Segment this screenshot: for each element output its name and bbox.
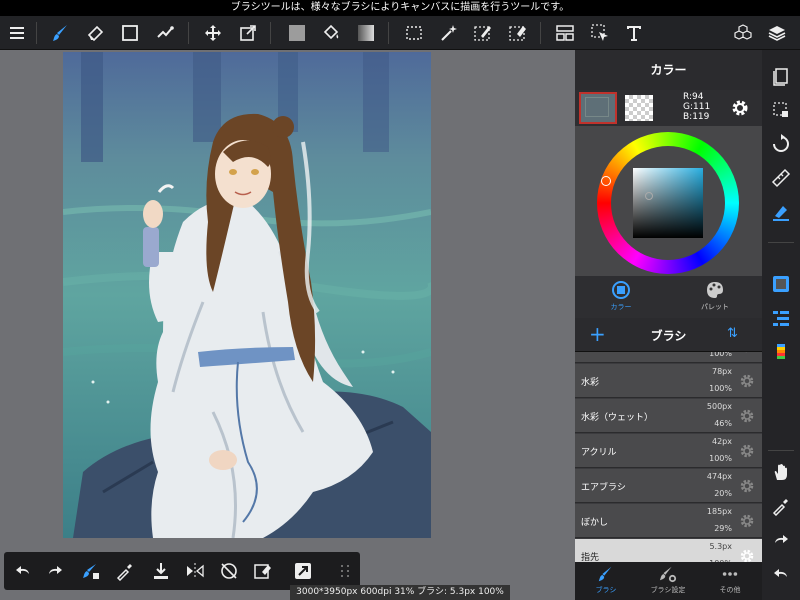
canvas-icon[interactable]	[769, 64, 793, 88]
select-pen-icon[interactable]	[470, 20, 496, 46]
artwork[interactable]	[63, 52, 431, 538]
save-icon[interactable]	[148, 558, 174, 584]
brush-opacity: 29%	[714, 524, 732, 533]
select-icon[interactable]	[401, 20, 427, 46]
status-bar: 3000*3950px 600dpi 31% ブラシ: 5.3px 100%	[290, 585, 510, 600]
bucket-icon[interactable]	[318, 20, 344, 46]
brush-name: 指先	[581, 553, 600, 562]
swatch-row: R:94 G:111 B:119	[575, 90, 762, 126]
flip-icon[interactable]	[182, 558, 208, 584]
mode-palette[interactable]: パレット	[685, 280, 745, 312]
brush-size: 78px	[712, 367, 732, 376]
redo-strip-icon[interactable]	[769, 528, 793, 552]
material-icon[interactable]	[730, 20, 756, 46]
brush-list-header: + ブラシ ⇅	[575, 318, 762, 352]
brush-opacity: 100%	[709, 352, 732, 358]
menu-icon[interactable]	[4, 20, 30, 46]
brush-row[interactable]: 水彩 78px 100%	[575, 364, 762, 398]
brush-opacity: 100%	[709, 384, 732, 393]
selection-icon[interactable]	[769, 98, 793, 122]
brush-settings-gear-icon[interactable]	[739, 548, 755, 562]
eyedropper-icon[interactable]	[112, 558, 138, 584]
ruler-icon[interactable]	[769, 166, 793, 190]
undo-icon[interactable]	[10, 558, 36, 584]
layout-icon[interactable]	[552, 20, 578, 46]
color-panel-icon[interactable]	[769, 272, 793, 296]
palette-panel-icon[interactable]	[769, 340, 793, 364]
rotate-reset-icon[interactable]	[216, 558, 242, 584]
color-settings-gear-icon[interactable]	[729, 97, 751, 119]
gradient-icon[interactable]	[353, 20, 379, 46]
brush-settings-gear-icon[interactable]	[739, 373, 755, 389]
brush-swap-icon[interactable]	[78, 558, 104, 584]
brush-name: 水彩（ウェット）	[581, 413, 654, 423]
brush-settings-gear-icon[interactable]	[739, 513, 755, 529]
select-layer-icon[interactable]	[587, 20, 613, 46]
brush-name: アクリル	[581, 448, 617, 458]
panel-tabs: ブラシ ブラシ設定 その他	[575, 562, 762, 600]
brush-size: 42px	[712, 437, 732, 446]
brush-settings-gear-icon[interactable]	[739, 408, 755, 424]
rgb-readout: R:94 G:111 B:119	[683, 92, 711, 122]
mode-color[interactable]: カラー	[591, 280, 651, 312]
move-icon[interactable]	[200, 20, 226, 46]
redo-icon[interactable]	[42, 558, 68, 584]
brush-panel-icon[interactable]	[769, 306, 793, 330]
main-toolbar	[0, 16, 800, 50]
main-color-swatch[interactable]	[579, 92, 617, 124]
brush-size: 185px	[706, 507, 732, 516]
brush-settings-gear-icon[interactable]	[739, 443, 755, 459]
brush-row[interactable]: 100%	[575, 352, 762, 363]
shape-icon[interactable]	[117, 20, 143, 46]
transform-icon[interactable]	[235, 20, 261, 46]
brush-size: 474px	[706, 472, 732, 481]
brush-icon[interactable]	[48, 20, 74, 46]
brush-opacity: 46%	[714, 419, 732, 428]
right-strip	[762, 50, 800, 600]
eyedropper-strip-icon[interactable]	[769, 494, 793, 518]
magic-wand-icon[interactable]	[436, 20, 462, 46]
brush-opacity: 100%	[709, 454, 732, 463]
hand-icon[interactable]	[769, 460, 793, 484]
brush-opacity: 20%	[714, 489, 732, 498]
tab-brush-settings[interactable]: ブラシ設定	[637, 565, 699, 595]
layers-icon[interactable]	[764, 20, 790, 46]
brush-row[interactable]: 指先5.3px100%	[575, 539, 762, 562]
brush-size: 500px	[706, 402, 732, 411]
color-wheel-area	[575, 126, 762, 276]
brush-settings-gear-icon[interactable]	[739, 478, 755, 494]
brush-name: 水彩	[581, 378, 600, 388]
sub-color-swatch[interactable]	[625, 95, 653, 121]
sort-icon[interactable]: ⇅	[727, 326, 738, 341]
rotate-icon[interactable]	[769, 132, 793, 156]
text-icon[interactable]	[621, 20, 647, 46]
color-mode-row: カラー パレット	[575, 276, 762, 318]
color-panel-title: カラー	[575, 50, 762, 90]
right-panel: カラー R:94 G:111 B:119 カラー パレット + ブラシ ⇅ 10…	[575, 50, 762, 600]
brush-name: ぼかし	[581, 518, 609, 528]
saturation-value-square[interactable]	[633, 168, 703, 238]
snap-pen-icon[interactable]	[769, 200, 793, 224]
brush-name: エアブラシ	[581, 483, 626, 493]
hue-wheel[interactable]	[597, 132, 739, 274]
brush-settings-gear-icon[interactable]	[739, 352, 755, 354]
brush-row[interactable]: アクリル 42px 100%	[575, 434, 762, 468]
tab-brush[interactable]: ブラシ	[575, 565, 637, 595]
canvas-area[interactable]	[0, 50, 575, 600]
hint-bar: ブラシツールは、様々なブラシによりキャンバスに描画を行うツールです。	[0, 0, 800, 16]
grid-dots-icon[interactable]	[332, 558, 358, 584]
select-eraser-icon[interactable]	[505, 20, 531, 46]
brush-row[interactable]: エアブラシ 474px 20%	[575, 469, 762, 503]
undo-strip-icon[interactable]	[769, 562, 793, 586]
brush-size: 5.3px	[709, 542, 732, 551]
brush-row[interactable]: 水彩（ウェット） 500px 46%	[575, 399, 762, 433]
brush-row[interactable]: ぼかし 185px 29%	[575, 504, 762, 538]
filter-brush-icon[interactable]	[152, 20, 178, 46]
tab-more[interactable]: その他	[699, 565, 761, 595]
brush-list: 100% 水彩 78px 100% 水彩（ウェット） 500px 46% アクリル 42px 10…	[575, 352, 762, 562]
material-add-icon[interactable]	[290, 558, 316, 584]
clear-layer-icon[interactable]	[250, 558, 276, 584]
eraser-icon[interactable]	[82, 20, 108, 46]
fill-color-icon[interactable]	[284, 20, 310, 46]
